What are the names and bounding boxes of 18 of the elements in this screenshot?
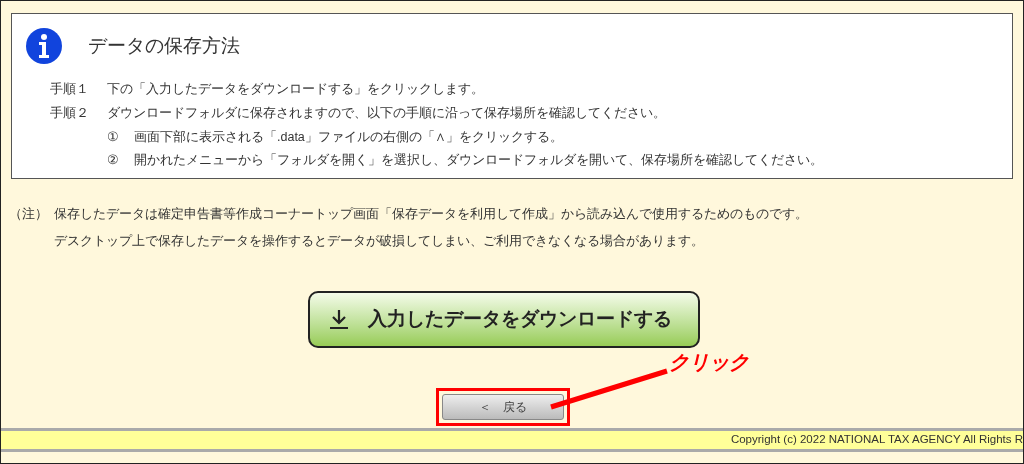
substep-text: 画面下部に表示される「.data」ファイルの右側の「∧」をクリックする。 <box>134 128 563 146</box>
download-icon <box>328 308 350 330</box>
back-button[interactable]: ＜ 戻る <box>442 393 564 420</box>
copyright-text: Copyright (c) 2022 NATIONAL TAX AGENCY All Rights R <box>730 431 1023 447</box>
step-text: 下の「入力したデータをダウンロードする」をクリックします。 <box>107 81 484 98</box>
note-text: 保存したデータは確定申告書等作成コーナートップ画面「保存データを利用して作成」から読み込んで使用するためのものです。 <box>54 206 808 223</box>
step-label: 手順２ <box>50 104 90 122</box>
download-button[interactable]: 入力したデータをダウンロードする <box>308 290 700 348</box>
substep-marker: ① <box>107 128 120 146</box>
step-text: ダウンロードフォルダに保存されますので、以下の手順に沿って保存場所を確認してください。 <box>107 104 666 122</box>
info-title: データの保存方法 <box>88 33 240 58</box>
annotation-label: クリック <box>669 349 749 376</box>
step-label: 手順１ <box>50 81 90 98</box>
info-icon <box>26 28 62 64</box>
note-text: デスクトップ上で保存したデータを操作するとデータが破損してしまい、ご利用できなくなる場合があります。 <box>54 232 704 250</box>
substep-marker: ② <box>107 152 120 170</box>
note-label: （注） <box>9 206 49 223</box>
substep-text: 開かれたメニューから「フォルダを開く」を選択し、ダウンロードフォルダを開いて、保存場所を確認してください。 <box>134 152 823 170</box>
